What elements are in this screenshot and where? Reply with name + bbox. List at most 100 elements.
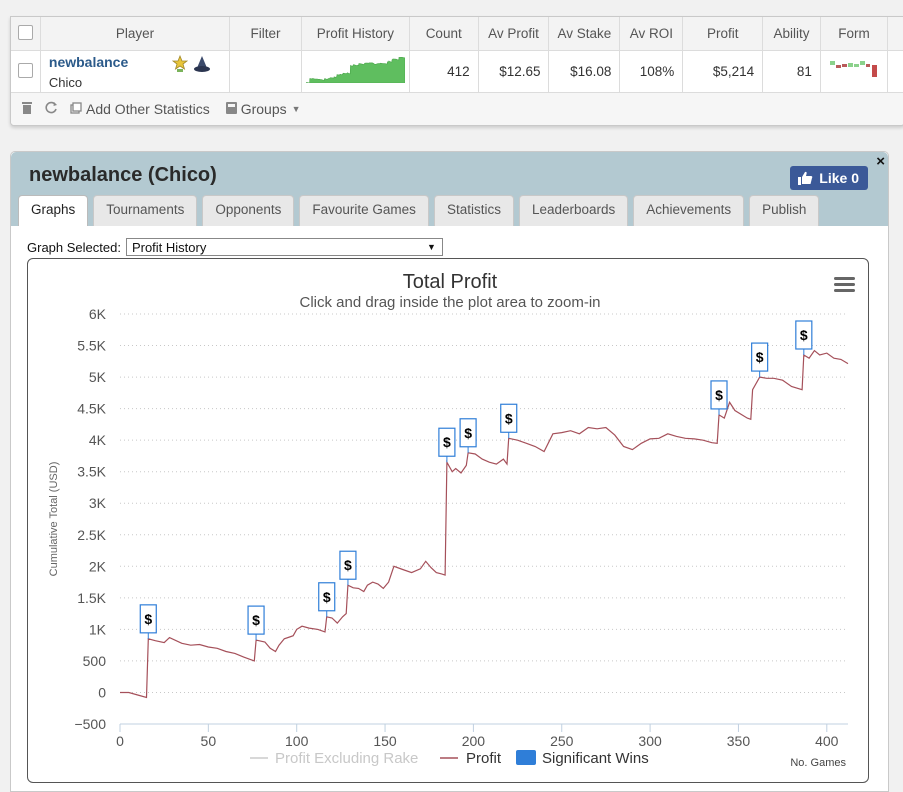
x-tick-label: 150	[373, 733, 397, 749]
select-all-cell	[11, 17, 40, 51]
header-av-profit[interactable]: Av Profit	[478, 17, 549, 51]
chart-subtitle: Click and drag inside the plot area to z…	[300, 294, 601, 311]
chart-legend: Profit Excluding Rake Profit Significant…	[250, 750, 649, 767]
header-filter[interactable]: Filter	[230, 17, 302, 51]
tab-graphs[interactable]: Graphs	[18, 195, 88, 226]
dropdown-arrow-icon: ▼	[427, 242, 442, 252]
header-form[interactable]: Form	[820, 17, 887, 51]
y-tick-label: 6K	[89, 306, 107, 322]
header-profit[interactable]: Profit	[683, 17, 763, 51]
svg-text:$: $	[344, 557, 352, 573]
thumbs-up-icon	[798, 171, 813, 185]
y-tick-label: 1K	[89, 621, 107, 637]
svg-text:$: $	[252, 612, 260, 628]
av-roi-cell: 108%	[620, 51, 683, 93]
filter-cell	[230, 51, 302, 93]
x-tick-label: 250	[550, 733, 574, 749]
y-tick-label: 1.5K	[77, 590, 106, 606]
header-player[interactable]: Player	[40, 17, 229, 51]
panel-header: newbalance (Chico) Like 0 × Graphs Tourn…	[11, 152, 888, 226]
tab-leaderboards[interactable]: Leaderboards	[519, 195, 628, 226]
significant-win-flag[interactable]: $	[140, 605, 156, 639]
graph-selector: Graph Selected: Profit History ▼	[27, 238, 443, 256]
significant-win-flag[interactable]: $	[752, 343, 768, 377]
wizard-icon	[193, 55, 211, 76]
legend-profit[interactable]: Profit	[466, 750, 502, 767]
row-select-cell	[11, 51, 40, 93]
legend-profit-excluding-rake[interactable]: Profit Excluding Rake	[275, 750, 418, 767]
facebook-like-button[interactable]: Like 0	[790, 166, 868, 190]
add-other-statistics-button[interactable]: Add Other Statistics	[86, 101, 210, 117]
close-icon[interactable]: ×	[876, 153, 885, 170]
y-tick-label: 3K	[89, 495, 107, 511]
sparkline-area	[306, 57, 405, 83]
x-tick-label: 350	[727, 733, 751, 749]
legend-significant-wins[interactable]: Significant Wins	[542, 750, 649, 767]
y-tick-label: 4K	[89, 432, 107, 448]
profit-history-sparkline	[301, 51, 409, 93]
row-checkbox[interactable]	[18, 63, 33, 78]
tab-favourite-games[interactable]: Favourite Games	[299, 195, 429, 226]
significant-win-flag[interactable]: $	[319, 583, 335, 617]
svg-text:$: $	[464, 425, 472, 441]
x-tick-label: 100	[285, 733, 309, 749]
tab-achievements[interactable]: Achievements	[633, 195, 744, 226]
significant-win-flag[interactable]: $	[340, 551, 356, 585]
y-axis-label: Cumulative Total (USD)	[48, 462, 60, 577]
svg-text:$: $	[443, 434, 451, 450]
header-count[interactable]: Count	[409, 17, 478, 51]
header-av-stake[interactable]: Av Stake	[549, 17, 620, 51]
tab-statistics[interactable]: Statistics	[434, 195, 514, 226]
profit-cell: $5,214	[683, 51, 763, 93]
svg-text:$: $	[800, 327, 808, 343]
x-tick-label: 50	[201, 733, 217, 749]
graph-selected-label: Graph Selected:	[27, 240, 121, 255]
row-spacer	[888, 51, 903, 93]
significant-win-flag[interactable]: $	[501, 404, 517, 438]
tab-tournaments[interactable]: Tournaments	[93, 195, 197, 226]
header-profit-history[interactable]: Profit History	[301, 17, 409, 51]
player-site: Chico	[49, 75, 221, 90]
significant-win-flag[interactable]: $	[460, 419, 476, 453]
graph-select[interactable]: Profit History ▼	[126, 238, 443, 256]
x-axis-label: No. Games	[790, 757, 846, 769]
trash-icon[interactable]	[21, 101, 33, 117]
y-tick-label: 3.5K	[77, 464, 106, 480]
groups-dropdown[interactable]: Groups	[241, 101, 287, 117]
player-stats-table: Player Filter Profit History Count Av Pr…	[10, 16, 903, 126]
table-row[interactable]: newbalance Chico 412 $12.65 $16.08 108% …	[11, 51, 903, 93]
refresh-icon[interactable]	[45, 101, 58, 117]
chart-title: Total Profit	[403, 271, 498, 293]
chevron-down-icon[interactable]: ▼	[292, 104, 301, 114]
y-tick-label: −500	[74, 716, 106, 732]
av-profit-cell: $12.65	[478, 51, 549, 93]
significant-win-flag[interactable]: $	[439, 428, 455, 462]
significant-win-flag[interactable]: $	[248, 606, 264, 640]
select-all-checkbox[interactable]	[18, 25, 33, 40]
significant-win-flag[interactable]: $	[711, 381, 727, 415]
add-stats-icon	[70, 102, 82, 117]
y-tick-label: 0	[98, 684, 106, 700]
header-spacer	[888, 17, 903, 51]
panel-tabs: Graphs Tournaments Opponents Favourite G…	[13, 195, 819, 226]
profit-series-line	[120, 351, 848, 698]
y-tick-label: 5K	[89, 369, 107, 385]
y-tick-label: 2K	[89, 558, 107, 574]
profit-chart[interactable]: Total Profit Click and drag inside the p…	[27, 258, 869, 783]
player-cell: newbalance Chico	[40, 51, 229, 93]
x-tick-label: 200	[462, 733, 486, 749]
tab-publish[interactable]: Publish	[749, 195, 819, 226]
hamburger-menu-icon[interactable]	[834, 277, 855, 292]
tab-opponents[interactable]: Opponents	[202, 195, 294, 226]
svg-text:$: $	[505, 410, 513, 426]
svg-text:$: $	[756, 349, 764, 365]
significant-win-flag[interactable]: $	[796, 321, 812, 355]
svg-text:$: $	[715, 387, 723, 403]
svg-text:$: $	[144, 611, 152, 627]
x-tick-label: 300	[638, 733, 662, 749]
like-label: Like 0	[819, 170, 859, 186]
header-ability[interactable]: Ability	[763, 17, 821, 51]
ability-cell: 81	[763, 51, 821, 93]
x-tick-label: 0	[116, 733, 124, 749]
header-av-roi[interactable]: Av ROI	[620, 17, 683, 51]
